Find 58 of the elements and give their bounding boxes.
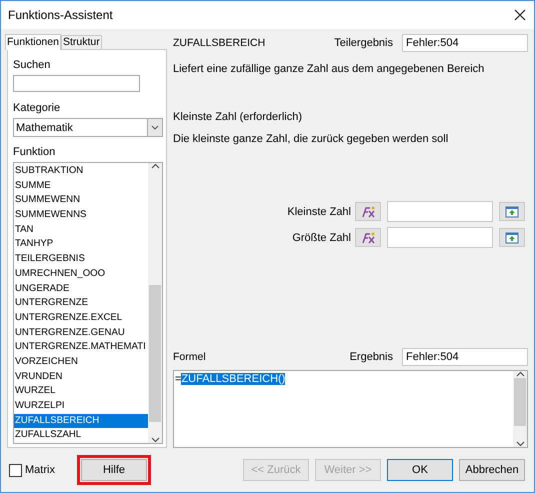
fx-icon: [361, 232, 375, 244]
function-item[interactable]: VRUNDEN: [14, 370, 148, 384]
window-icon: [505, 206, 519, 218]
partial-result-label: Teilergebnis: [334, 37, 393, 49]
window-title: Funktions-Assistent: [8, 8, 113, 22]
function-item[interactable]: SUMME: [14, 178, 148, 194]
function-item[interactable]: UNTERGRENZE: [14, 296, 148, 311]
result-field[interactable]: Fehler:504: [402, 348, 528, 366]
function-item[interactable]: ZUFALLSBEREICH: [14, 414, 148, 428]
function-item[interactable]: WURZEL: [14, 384, 148, 399]
function-item[interactable]: TAN: [14, 222, 148, 238]
argument-description: Die kleinste ganze Zahl, die zurück gegeben werden soll: [173, 133, 450, 145]
tab[interactable]: Struktur: [60, 35, 102, 49]
function-wizard-button[interactable]: [355, 228, 381, 247]
shrink-button[interactable]: [499, 228, 525, 247]
function-description: Liefert eine zufällige ganze Zahl aus dem angegebenen Bereich: [173, 63, 486, 75]
function-item[interactable]: UNTERGRENZE.GENAU: [14, 326, 148, 340]
matrix-label: Matrix: [25, 464, 55, 476]
window-icon: [505, 232, 519, 244]
close-icon[interactable]: [512, 7, 528, 23]
caret-icon: [147, 119, 162, 136]
argument-label: Kleinste Zahl: [287, 206, 351, 218]
argument-title: Kleinste Zahl (erforderlich): [173, 111, 303, 123]
tab[interactable]: Funktionen: [5, 34, 61, 50]
help-button[interactable]: Hilfe: [81, 459, 147, 481]
function-item[interactable]: SUBTRAKTION: [14, 164, 148, 179]
function-item[interactable]: TEILERGEBNIS: [14, 252, 148, 267]
ok-button[interactable]: OK: [387, 459, 453, 481]
function-item[interactable]: ZUFALLSZAHL: [14, 428, 148, 443]
function-item[interactable]: TANHYP: [14, 237, 148, 252]
function-item[interactable]: SUMMEWENNS: [14, 208, 148, 223]
scrollbar[interactable]: [513, 371, 527, 447]
function-item[interactable]: UMRECHNEN_OOO: [14, 266, 148, 282]
scrollbar[interactable]: [148, 163, 162, 443]
shrink-button[interactable]: [499, 202, 525, 221]
argument-field[interactable]: [387, 227, 493, 248]
search-label: Suchen: [13, 58, 50, 72]
function-wizard-button[interactable]: [355, 202, 381, 221]
fx-icon: [361, 206, 375, 218]
search-field[interactable]: [13, 75, 140, 92]
function-item[interactable]: UNGERADE: [14, 282, 148, 296]
partial-result-field[interactable]: Fehler:504: [402, 34, 528, 52]
function-item[interactable]: UNTERGRENZE.EXCEL: [14, 310, 148, 326]
function-item[interactable]: UNTERGRENZE.MATHEMATI: [14, 340, 148, 355]
category-label: Kategorie: [13, 101, 60, 115]
argument-field[interactable]: [387, 201, 493, 222]
function-item[interactable]: SUMMEWENN: [14, 193, 148, 208]
result-label: Ergebnis: [350, 351, 393, 363]
dialog-button[interactable]: Abbrechen: [459, 459, 525, 481]
checkbox[interactable]: [9, 464, 22, 476]
formula-label: Formel: [173, 351, 206, 363]
function-label: Funktion: [13, 145, 56, 159]
function-name: ZUFALLSBEREICH: [173, 37, 266, 49]
formula-field[interactable]: =ZUFALLSBEREICH(): [173, 370, 528, 448]
function-item[interactable]: VORZEICHEN: [14, 354, 148, 370]
argument-label: Größte Zahl: [292, 232, 351, 244]
category-dropdown[interactable]: Mathematik: [13, 118, 163, 137]
function-item[interactable]: WURZELPI: [14, 399, 148, 414]
